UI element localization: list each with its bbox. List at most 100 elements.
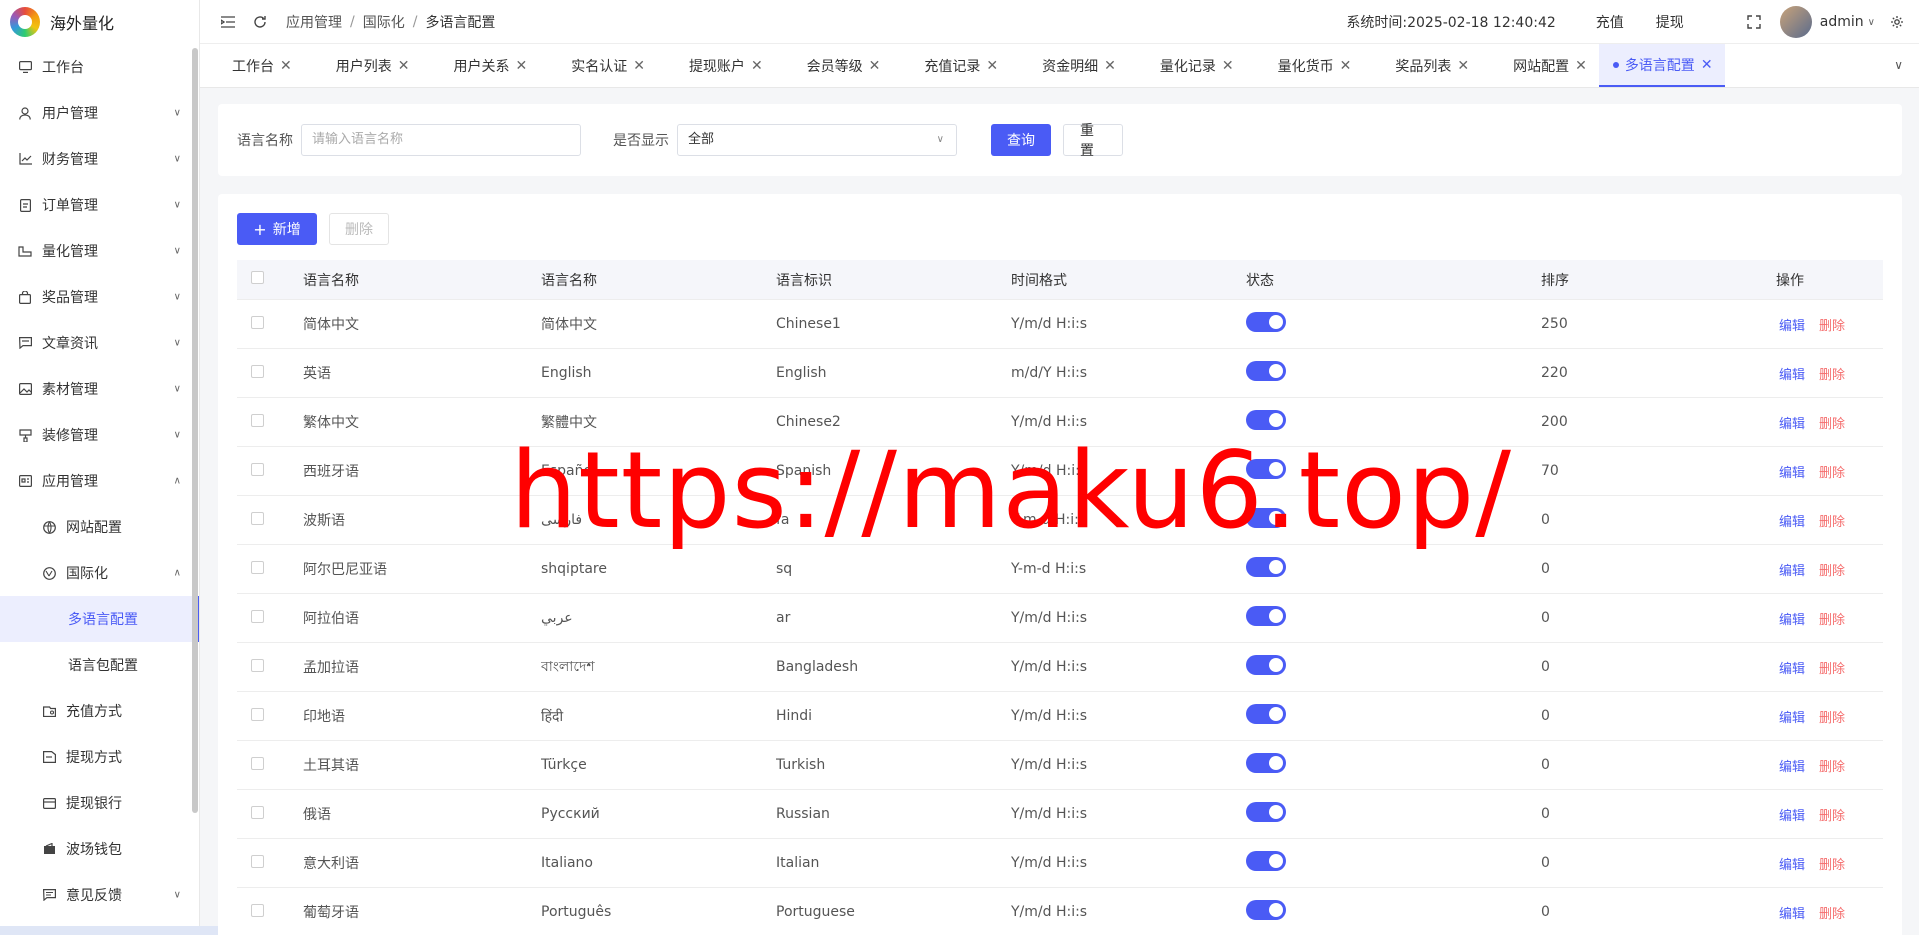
recharge-link[interactable]: 充值 bbox=[1596, 12, 1624, 32]
close-icon[interactable]: ✕ bbox=[633, 58, 645, 74]
tab[interactable]: 用户列表 ✕ bbox=[304, 44, 422, 87]
sidebar-item[interactable]: 用户管理 ∨ bbox=[0, 90, 199, 136]
add-button[interactable]: + 新增 bbox=[237, 213, 317, 245]
edit-button[interactable]: 编辑 bbox=[1779, 319, 1805, 334]
delete-button[interactable]: 删除 bbox=[1819, 466, 1845, 481]
close-icon[interactable]: ✕ bbox=[986, 58, 998, 74]
edit-button[interactable]: 编辑 bbox=[1779, 858, 1805, 873]
tab[interactable]: 充值记录 ✕ bbox=[892, 44, 1010, 87]
edit-button[interactable]: 编辑 bbox=[1779, 417, 1805, 432]
status-toggle[interactable] bbox=[1246, 802, 1286, 822]
tab[interactable]: 量化货币 ✕ bbox=[1246, 44, 1364, 87]
tab[interactable]: 会员等级 ✕ bbox=[775, 44, 893, 87]
status-toggle[interactable] bbox=[1246, 606, 1286, 626]
tab[interactable]: 网站配置 ✕ bbox=[1481, 44, 1599, 87]
status-toggle[interactable] bbox=[1246, 557, 1286, 577]
edit-button[interactable]: 编辑 bbox=[1779, 760, 1805, 775]
sidebar-item[interactable]: 多语言配置 bbox=[0, 596, 199, 642]
delete-button[interactable]: 删除 bbox=[1819, 809, 1845, 824]
row-checkbox[interactable] bbox=[251, 658, 264, 672]
tab[interactable]: 工作台 ✕ bbox=[200, 44, 304, 87]
row-checkbox[interactable] bbox=[251, 756, 264, 770]
status-toggle[interactable] bbox=[1246, 851, 1286, 871]
sidebar-item[interactable]: 奖品管理 ∨ bbox=[0, 274, 199, 320]
select-all-checkbox[interactable] bbox=[251, 271, 264, 284]
edit-button[interactable]: 编辑 bbox=[1779, 662, 1805, 677]
edit-button[interactable]: 编辑 bbox=[1779, 711, 1805, 726]
row-checkbox[interactable] bbox=[251, 707, 264, 721]
status-toggle[interactable] bbox=[1246, 900, 1286, 920]
delete-button[interactable]: 删除 bbox=[1819, 515, 1845, 530]
breadcrumb-item[interactable]: 应用管理 bbox=[286, 12, 342, 32]
delete-button[interactable]: 删除 bbox=[1819, 319, 1845, 334]
reset-button[interactable]: 重置 bbox=[1063, 123, 1123, 159]
menu-fold-icon[interactable] bbox=[220, 14, 236, 30]
sidebar-item[interactable]: 财务管理 ∨ bbox=[0, 136, 199, 182]
status-toggle[interactable] bbox=[1246, 655, 1286, 675]
delete-button[interactable]: 删除 bbox=[1819, 613, 1845, 628]
tab[interactable]: 用户关系 ✕ bbox=[421, 44, 539, 87]
sidebar-item[interactable]: 提现方式 bbox=[0, 734, 199, 780]
sidebar-item[interactable]: 装修管理 ∨ bbox=[0, 412, 199, 458]
tab[interactable]: 多语言配置 ✕ bbox=[1598, 44, 1725, 87]
row-checkbox[interactable] bbox=[251, 364, 264, 378]
fullscreen-icon[interactable] bbox=[1746, 14, 1762, 30]
edit-button[interactable]: 编辑 bbox=[1779, 515, 1805, 530]
sidebar-scrollbar[interactable] bbox=[192, 48, 198, 813]
tab[interactable]: 奖品列表 ✕ bbox=[1363, 44, 1481, 87]
sidebar-item[interactable]: 订单管理 ∨ bbox=[0, 182, 199, 228]
close-icon[interactable]: ✕ bbox=[1104, 58, 1116, 74]
close-icon[interactable]: ✕ bbox=[515, 58, 527, 74]
close-icon[interactable]: ✕ bbox=[1222, 58, 1234, 74]
status-toggle[interactable] bbox=[1246, 704, 1286, 724]
close-icon[interactable]: ✕ bbox=[1575, 58, 1587, 74]
breadcrumb-item[interactable]: 国际化 bbox=[363, 12, 405, 32]
sidebar-item[interactable]: 国际化 ∧ bbox=[0, 550, 199, 596]
edit-button[interactable]: 编辑 bbox=[1779, 809, 1805, 824]
delete-button[interactable]: 删除 bbox=[1819, 711, 1845, 726]
status-toggle[interactable] bbox=[1246, 312, 1286, 332]
refresh-icon[interactable] bbox=[252, 14, 268, 30]
edit-button[interactable]: 编辑 bbox=[1779, 907, 1805, 922]
sidebar-item[interactable]: 充值方式 bbox=[0, 688, 199, 734]
tab[interactable]: 资金明细 ✕ bbox=[1010, 44, 1128, 87]
row-checkbox[interactable] bbox=[251, 805, 264, 819]
tab[interactable]: 量化记录 ✕ bbox=[1128, 44, 1246, 87]
edit-button[interactable]: 编辑 bbox=[1779, 564, 1805, 579]
avatar[interactable] bbox=[1779, 6, 1812, 38]
status-toggle[interactable] bbox=[1246, 410, 1286, 430]
sidebar-item[interactable]: 波场钱包 bbox=[0, 826, 199, 872]
close-icon[interactable]: ✕ bbox=[398, 58, 410, 74]
language-name-input[interactable]: 请输入语言名称 bbox=[301, 124, 581, 156]
delete-button[interactable]: 删除 bbox=[1819, 417, 1845, 432]
edit-button[interactable]: 编辑 bbox=[1779, 368, 1805, 383]
status-toggle[interactable] bbox=[1246, 508, 1286, 528]
delete-button[interactable]: 删除 bbox=[1819, 564, 1845, 579]
delete-button[interactable]: 删除 bbox=[1819, 907, 1845, 922]
user-name[interactable]: admin bbox=[1820, 14, 1864, 30]
tab[interactable]: 提现账户 ✕ bbox=[657, 44, 775, 87]
logo[interactable]: 海外量化 bbox=[0, 0, 199, 44]
row-checkbox[interactable] bbox=[251, 462, 264, 476]
sidebar-item[interactable]: 工作台 bbox=[0, 44, 199, 90]
row-checkbox[interactable] bbox=[251, 511, 264, 525]
status-toggle[interactable] bbox=[1246, 753, 1286, 773]
chevron-down-icon[interactable]: ∨ bbox=[1868, 17, 1875, 28]
gear-icon[interactable] bbox=[1889, 14, 1905, 30]
sidebar-item[interactable]: 文章资讯 ∨ bbox=[0, 320, 199, 366]
close-icon[interactable]: ✕ bbox=[751, 58, 763, 74]
row-checkbox[interactable] bbox=[251, 560, 264, 574]
close-icon[interactable]: ✕ bbox=[1340, 58, 1352, 74]
close-icon[interactable]: ✕ bbox=[280, 58, 292, 74]
sidebar-item[interactable]: 素材管理 ∨ bbox=[0, 366, 199, 412]
close-icon[interactable]: ✕ bbox=[1457, 58, 1469, 74]
sidebar-item[interactable]: 语言包配置 bbox=[0, 642, 199, 688]
row-checkbox[interactable] bbox=[251, 315, 264, 329]
show-select[interactable]: 全部 ∨ bbox=[677, 124, 957, 156]
row-checkbox[interactable] bbox=[251, 609, 264, 623]
delete-button[interactable]: 删除 bbox=[1819, 858, 1845, 873]
sidebar-item[interactable]: 网站配置 bbox=[0, 504, 199, 550]
close-icon[interactable]: ✕ bbox=[1701, 57, 1713, 73]
status-toggle[interactable] bbox=[1246, 361, 1286, 381]
batch-delete-button[interactable]: 删除 bbox=[329, 213, 389, 245]
